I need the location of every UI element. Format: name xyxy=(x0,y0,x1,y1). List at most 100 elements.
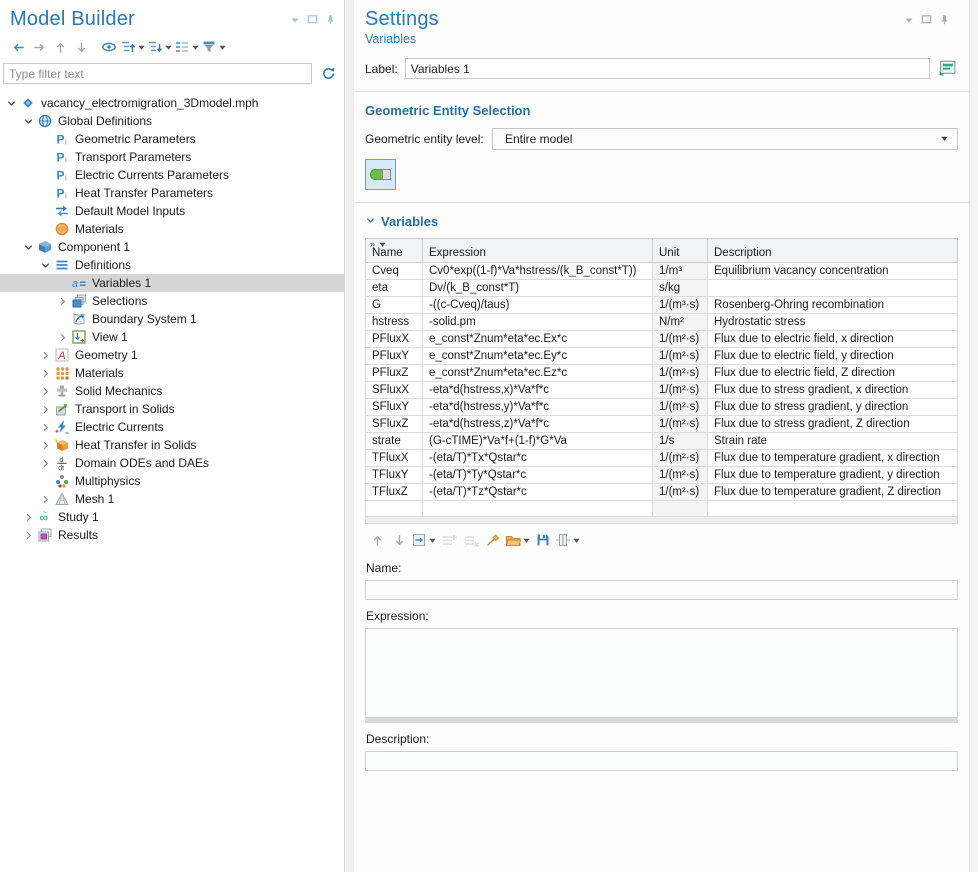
cell-expression[interactable]: Cv0*exp((1-f)*Va*hstress/(k_B_const*T)) xyxy=(423,263,653,280)
tree-item-vacancy-electromigration-3dmodel-mph[interactable]: vacancy_electromigration_3Dmodel.mph xyxy=(0,94,344,112)
cell-name[interactable] xyxy=(366,501,423,517)
chevron-collapsed-icon[interactable] xyxy=(57,331,71,343)
filter-button[interactable] xyxy=(201,37,227,57)
tree-item-results[interactable]: Results xyxy=(0,526,344,544)
tree-item-boundary-system-1[interactable]: Boundary System 1 xyxy=(0,310,344,328)
chevron-collapsed-icon[interactable] xyxy=(40,403,54,415)
cell-expression[interactable] xyxy=(423,501,653,517)
save-button[interactable] xyxy=(533,530,553,550)
cell-expression[interactable]: -eta*d(hstress,x)*Va*f*c xyxy=(423,382,653,399)
cell-expression[interactable]: -solid.pm xyxy=(423,314,653,331)
cell-name[interactable]: strate xyxy=(366,433,423,450)
float-window-icon[interactable] xyxy=(307,14,318,25)
move-down-button[interactable] xyxy=(71,37,91,57)
sort-marks[interactable]: » xyxy=(370,240,387,249)
cell-description[interactable]: Strain rate xyxy=(708,433,958,450)
cell-name[interactable]: PFluxZ xyxy=(366,365,423,382)
rename-node-button[interactable] xyxy=(937,58,958,79)
cell-description[interactable]: Flux due to electric field, x direction xyxy=(708,331,958,348)
section-variables[interactable]: Variables xyxy=(365,214,958,229)
panel-splitter[interactable] xyxy=(346,0,354,872)
tree-item-domain-odes-and-daes[interactable]: ddtDomain ODEs and DAEs xyxy=(0,454,344,472)
pin-icon[interactable] xyxy=(325,14,336,25)
table-columns-button[interactable] xyxy=(555,530,581,550)
tree-item-view-1[interactable]: View 1 xyxy=(0,328,344,346)
cell-name[interactable]: PFluxY xyxy=(366,348,423,365)
cell-description[interactable]: Flux due to stress gradient, x direction xyxy=(708,382,958,399)
cell-expression[interactable]: (G-cTIME)*Va*f+(1-f)*G*Va xyxy=(423,433,653,450)
expression-resize-grip[interactable] xyxy=(365,718,958,723)
cell-description[interactable]: Flux due to temperature gradient, x dire… xyxy=(708,450,958,467)
table-horizontal-scrollbar[interactable] xyxy=(365,517,958,524)
collapse-all-button[interactable] xyxy=(147,37,173,57)
tree-node-text-button[interactable] xyxy=(174,37,200,57)
expand-all-button[interactable] xyxy=(120,37,146,57)
cell-description[interactable]: Flux due to temperature gradient, y dire… xyxy=(708,467,958,484)
tree-item-variables-1[interactable]: aVariables 1 xyxy=(0,274,344,292)
move-up-button[interactable] xyxy=(50,37,70,57)
cell-expression[interactable]: -((c-Cveq)/taus) xyxy=(423,297,653,314)
chevron-collapsed-icon[interactable] xyxy=(40,421,54,433)
tree-item-default-model-inputs[interactable]: Default Model Inputs xyxy=(0,202,344,220)
cell-description[interactable]: Flux due to electric field, y direction xyxy=(708,348,958,365)
cell-name[interactable]: Cveq xyxy=(366,263,423,280)
chevron-expanded-icon[interactable] xyxy=(6,97,20,109)
move-down-button[interactable] xyxy=(389,530,409,550)
delete-row-button[interactable] xyxy=(461,530,481,550)
tree-item-heat-transfer-in-solids[interactable]: Heat Transfer in Solids xyxy=(0,436,344,454)
label-input[interactable] xyxy=(405,58,930,79)
cell-description[interactable]: Equilibrium vacancy concentration xyxy=(708,263,958,280)
refresh-button[interactable] xyxy=(318,64,338,84)
folder-button[interactable] xyxy=(505,530,531,550)
cell-name[interactable]: SFluxZ xyxy=(366,416,423,433)
cell-name[interactable]: G xyxy=(366,297,423,314)
cell-expression[interactable]: -(eta/T)*Tx*Qstar*c xyxy=(423,450,653,467)
cell-description[interactable]: Flux due to electric field, Z direction xyxy=(708,365,958,382)
chevron-collapsed-icon[interactable] xyxy=(40,385,54,397)
column-header-name[interactable]: »Name xyxy=(366,239,423,263)
cell-description[interactable] xyxy=(708,280,958,297)
panel-menu-caret-icon[interactable] xyxy=(904,15,914,25)
broom-button[interactable] xyxy=(483,530,503,550)
cell-name[interactable]: TFluxY xyxy=(366,467,423,484)
tree-item-selections[interactable]: Selections xyxy=(0,292,344,310)
cell-description[interactable] xyxy=(708,501,958,517)
cell-name[interactable]: hstress xyxy=(366,314,423,331)
cell-description[interactable]: Flux due to temperature gradient, Z dire… xyxy=(708,484,958,501)
column-header-unit[interactable]: Unit xyxy=(653,239,708,263)
tree-item-global-definitions[interactable]: Global Definitions xyxy=(0,112,344,130)
cell-name[interactable]: TFluxX xyxy=(366,450,423,467)
cell-expression[interactable]: e_const*Znum*eta*ec.Ey*c xyxy=(423,348,653,365)
tree-item-solid-mechanics[interactable]: Solid Mechanics xyxy=(0,382,344,400)
chevron-expanded-icon[interactable] xyxy=(40,259,54,271)
float-window-icon[interactable] xyxy=(921,14,932,25)
add-row-button[interactable] xyxy=(439,530,459,550)
tree-item-transport-parameters[interactable]: PiTransport Parameters xyxy=(0,148,344,166)
settings-vertical-scrollbar[interactable] xyxy=(969,0,978,872)
show-button[interactable] xyxy=(99,37,119,57)
chevron-collapsed-icon[interactable] xyxy=(40,457,54,469)
move-up-button[interactable] xyxy=(367,530,387,550)
tree-item-electric-currents[interactable]: Electric Currents xyxy=(0,418,344,436)
move-to-table-button[interactable] xyxy=(411,530,437,550)
tree-item-multiphysics[interactable]: Multiphysics xyxy=(0,472,344,490)
active-selection-toggle-button[interactable] xyxy=(365,159,396,190)
chevron-collapsed-icon[interactable] xyxy=(23,511,37,523)
chevron-expanded-icon[interactable] xyxy=(23,115,37,127)
tree-item-definitions[interactable]: Definitions xyxy=(0,256,344,274)
tree-item-heat-transfer-parameters[interactable]: PiHeat Transfer Parameters xyxy=(0,184,344,202)
tree-item-component-1[interactable]: Component 1 xyxy=(0,238,344,256)
cell-expression[interactable]: e_const*Znum*eta*ec.Ez*c xyxy=(423,365,653,382)
cell-expression[interactable]: -eta*d(hstress,y)*Va*f*c xyxy=(423,399,653,416)
chevron-collapsed-icon[interactable] xyxy=(40,439,54,451)
column-header-description[interactable]: Description xyxy=(708,239,958,263)
tree-item-mesh-1[interactable]: Mesh 1 xyxy=(0,490,344,508)
cell-description[interactable]: Rosenberg-Ohring recombination xyxy=(708,297,958,314)
cell-name[interactable]: SFluxX xyxy=(366,382,423,399)
tree-item-electric-currents-parameters[interactable]: PiElectric Currents Parameters xyxy=(0,166,344,184)
tree-item-geometry-1[interactable]: AGeometry 1 xyxy=(0,346,344,364)
chevron-collapsed-icon[interactable] xyxy=(40,349,54,361)
cell-expression[interactable]: -(eta/T)*Tz*Qstar*c xyxy=(423,484,653,501)
geometric-entity-level-select[interactable]: Entire model xyxy=(492,128,958,150)
chevron-collapsed-icon[interactable] xyxy=(23,529,37,541)
